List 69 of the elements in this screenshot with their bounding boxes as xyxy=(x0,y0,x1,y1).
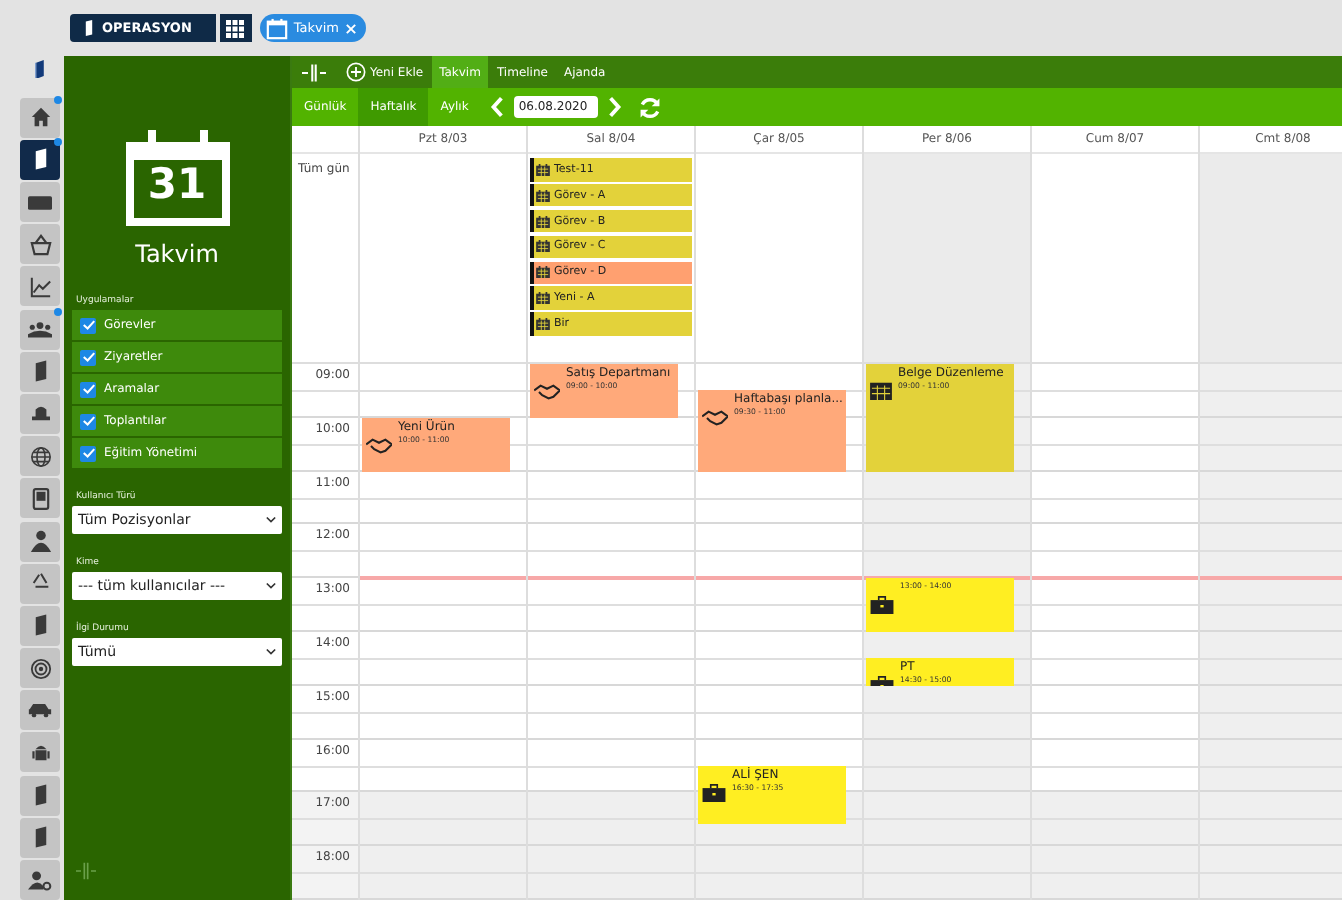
sidebar-button[interactable] xyxy=(20,690,60,731)
sidebar-button[interactable] xyxy=(20,266,60,307)
book-icon xyxy=(33,614,47,637)
previous-icon[interactable] xyxy=(490,96,505,118)
sidebar-button[interactable] xyxy=(20,817,60,858)
book-icon xyxy=(33,360,47,383)
book-icon xyxy=(33,784,47,807)
sidebar-button[interactable] xyxy=(20,139,60,180)
card-icon xyxy=(28,195,52,209)
checkbox[interactable] xyxy=(80,349,96,365)
briefcase-icon xyxy=(870,596,894,615)
home-icon xyxy=(29,106,51,129)
checkbox[interactable] xyxy=(80,317,96,333)
basket-icon xyxy=(29,233,51,256)
handshake-icon xyxy=(702,410,728,427)
sidebar-button[interactable] xyxy=(20,393,60,434)
user-settings-icon xyxy=(28,869,52,891)
resize-columns-icon[interactable] xyxy=(302,63,326,81)
sidebar-button[interactable] xyxy=(20,605,60,646)
plus-circle-icon xyxy=(346,62,366,82)
panel-title: Takvim xyxy=(133,240,221,268)
checkbox[interactable] xyxy=(80,445,96,461)
book-icon xyxy=(33,148,47,171)
next-icon[interactable] xyxy=(608,96,623,118)
handshake-icon xyxy=(534,384,560,400)
line-chart-icon xyxy=(29,275,51,298)
handshake-icon xyxy=(366,437,392,454)
calendar-icon xyxy=(265,17,288,39)
calendar-icon xyxy=(536,292,550,305)
close-icon[interactable] xyxy=(345,23,356,33)
car-icon xyxy=(28,702,52,719)
tablet-icon xyxy=(31,487,49,510)
sidebar-button[interactable] xyxy=(20,97,60,138)
checkbox[interactable] xyxy=(80,413,96,429)
caret-icon xyxy=(266,582,276,590)
sidebar-button[interactable] xyxy=(20,478,60,519)
briefcase-icon xyxy=(702,784,726,802)
android-icon xyxy=(29,741,51,764)
globe-icon xyxy=(29,445,51,468)
book-icon xyxy=(33,826,47,849)
person-icon xyxy=(29,530,51,552)
sidebar-button[interactable] xyxy=(20,563,60,604)
refresh-icon[interactable] xyxy=(638,95,663,119)
book-icon xyxy=(84,20,94,36)
calendar-icon xyxy=(536,318,550,331)
calendar-icon xyxy=(536,215,550,228)
grid-icon xyxy=(226,19,245,37)
calendar-icon xyxy=(536,163,550,176)
target-icon xyxy=(29,657,51,680)
caret-icon xyxy=(266,648,276,656)
sidebar-button[interactable] xyxy=(20,309,60,350)
sidebar-button[interactable] xyxy=(20,648,60,689)
calendar-icon xyxy=(536,266,550,279)
sidebar-button[interactable] xyxy=(20,182,60,222)
sidebar-button[interactable] xyxy=(20,860,60,900)
calendar-icon xyxy=(870,380,892,400)
apps-grid-button[interactable] xyxy=(219,14,252,42)
people-icon xyxy=(28,320,52,339)
sidebar-button[interactable] xyxy=(20,521,60,561)
sidebar-button[interactable] xyxy=(20,224,60,265)
calendar-icon xyxy=(536,240,550,253)
calendar-icon xyxy=(536,189,550,202)
sidebar-button[interactable] xyxy=(20,775,60,816)
sidebar-button[interactable] xyxy=(20,351,60,392)
hat-icon xyxy=(29,404,51,423)
sidebar-button[interactable] xyxy=(20,436,60,477)
sidebar-button[interactable] xyxy=(20,732,60,773)
caret-icon xyxy=(266,516,276,524)
checkbox[interactable] xyxy=(80,381,96,397)
